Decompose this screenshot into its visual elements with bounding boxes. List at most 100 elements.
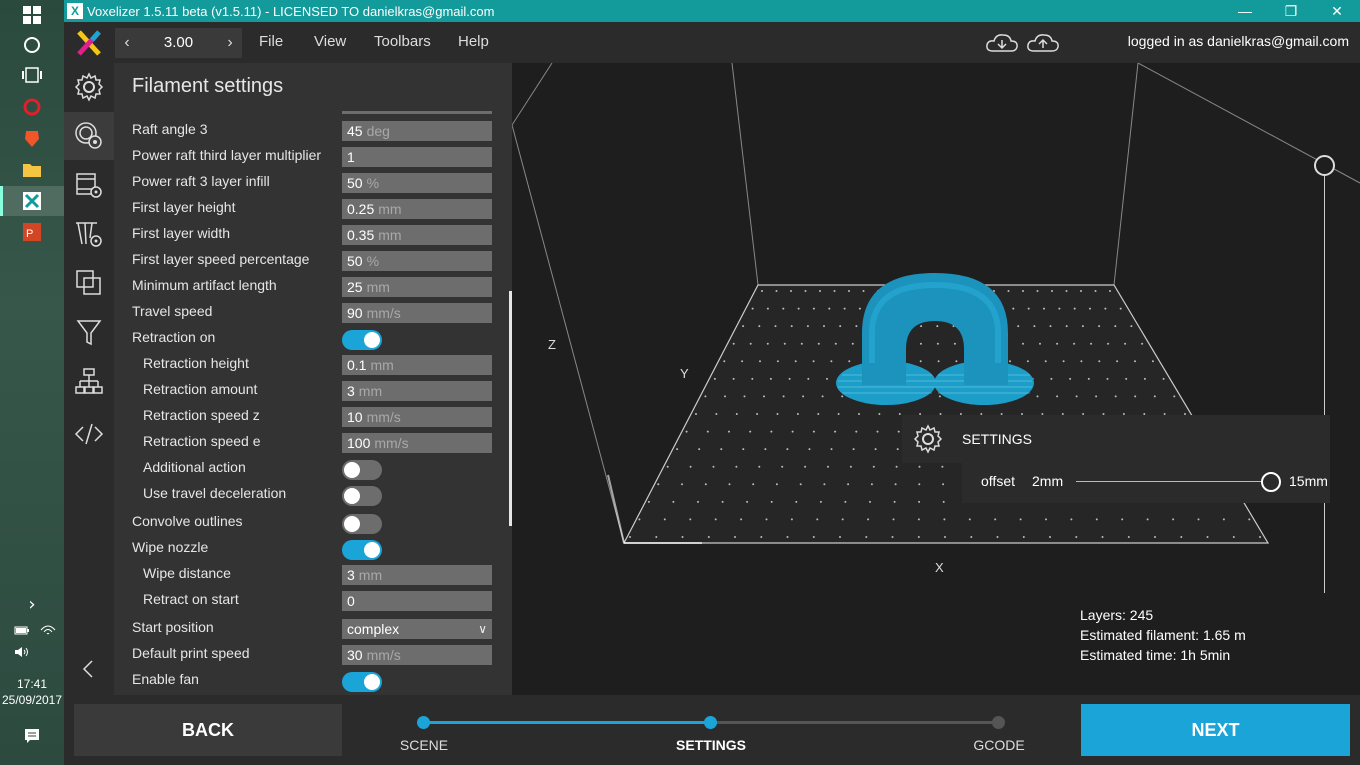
setting-input[interactable]: 50% bbox=[342, 251, 492, 271]
setting-label: Start position bbox=[132, 619, 214, 635]
setting-input[interactable]: 0 bbox=[342, 591, 492, 611]
setting-row: Minimum artifact length 25 mm bbox=[114, 274, 512, 300]
step-dot-gcode[interactable] bbox=[992, 716, 1005, 729]
version-value[interactable]: 3.00 bbox=[141, 28, 216, 58]
code-icon[interactable] bbox=[64, 410, 114, 458]
setting-input[interactable]: 90 mm/s bbox=[342, 303, 492, 323]
setting-select[interactable]: complex ∨ bbox=[342, 619, 492, 639]
setting-input[interactable]: 25 mm bbox=[342, 277, 492, 297]
setting-label: Default print speed bbox=[132, 645, 250, 661]
volume-icon[interactable] bbox=[8, 640, 36, 664]
setting-input[interactable]: 3 mm bbox=[342, 565, 492, 585]
version-next-button[interactable]: › bbox=[218, 28, 242, 58]
setting-input[interactable]: 3 mm bbox=[342, 381, 492, 401]
hierarchy-icon[interactable] bbox=[64, 357, 114, 405]
popup-title: SETTINGS bbox=[962, 431, 1033, 447]
setting-value: 45 bbox=[347, 123, 363, 139]
battery-icon[interactable] bbox=[8, 618, 36, 642]
menu-view[interactable]: View bbox=[314, 33, 346, 50]
login-status: logged in as danielkras@gmail.com bbox=[1127, 33, 1349, 49]
setting-value: 3 bbox=[347, 567, 355, 583]
setting-toggle[interactable] bbox=[342, 540, 382, 560]
setting-value: 0.25 bbox=[347, 201, 375, 217]
setting-input[interactable]: 100 mm/s bbox=[342, 433, 492, 453]
setting-value: 0.1 bbox=[347, 357, 367, 373]
setting-toggle[interactable] bbox=[342, 330, 382, 350]
3d-viewport[interactable]: Z Y X SETTINGS offset 2mm 15mm Layers: 2… bbox=[512, 63, 1360, 695]
close-button[interactable]: ✕ bbox=[1314, 0, 1360, 22]
setting-input[interactable]: 50% bbox=[342, 173, 492, 193]
setting-toggle[interactable] bbox=[342, 486, 382, 506]
setting-input[interactable]: 10 mm/s bbox=[342, 407, 492, 427]
offset-slider-track[interactable] bbox=[1076, 481, 1272, 482]
windows-start-icon[interactable] bbox=[18, 3, 46, 27]
support-settings-icon[interactable] bbox=[64, 210, 114, 258]
version-stepper[interactable]: ‹ 3.00 › bbox=[115, 28, 242, 58]
setting-unit: mm/s bbox=[366, 647, 401, 663]
minimize-button[interactable]: — bbox=[1222, 0, 1268, 22]
opera-icon[interactable] bbox=[18, 95, 46, 119]
setting-input[interactable]: 45 deg bbox=[342, 121, 492, 141]
step-label-gcode[interactable]: GCODE bbox=[939, 737, 1059, 753]
setting-input[interactable]: 0.25 mm bbox=[342, 199, 492, 219]
setting-row: Retraction height 0.1 mm bbox=[114, 352, 512, 378]
setting-toggle[interactable] bbox=[342, 514, 382, 534]
setting-row: Additional action bbox=[114, 456, 512, 482]
setting-label: Retraction on bbox=[132, 329, 216, 345]
estimated-time: Estimated time: 1h 5min bbox=[1080, 647, 1231, 663]
back-button[interactable]: BACK bbox=[74, 704, 342, 756]
version-prev-button[interactable]: ‹ bbox=[115, 28, 139, 58]
filter-funnel-icon[interactable] bbox=[64, 308, 114, 356]
setting-row: Power raft third layer multiplier 1 bbox=[114, 144, 512, 170]
step-dot-settings[interactable] bbox=[704, 716, 717, 729]
toggle-knob bbox=[344, 516, 360, 532]
menu-file[interactable]: File bbox=[259, 33, 283, 50]
filament-settings-icon[interactable] bbox=[64, 112, 114, 160]
menu-toolbars[interactable]: Toolbars bbox=[374, 33, 431, 50]
offset-max-label: 15mm bbox=[1289, 473, 1328, 489]
taskbar-clock[interactable]: 17:41 25/09/2017 bbox=[0, 676, 64, 708]
cloud-download-icon[interactable] bbox=[985, 31, 1019, 55]
setting-input[interactable]: 30 mm/s bbox=[342, 645, 492, 665]
step-dot-scene[interactable] bbox=[417, 716, 430, 729]
show-hidden-icons-chevron[interactable]: › bbox=[18, 592, 46, 616]
offset-slider-handle[interactable] bbox=[1261, 472, 1281, 492]
progress-line-done bbox=[424, 721, 711, 724]
overlap-shapes-icon[interactable] bbox=[64, 259, 114, 307]
axis-x-label: X bbox=[935, 560, 944, 575]
toggle-knob bbox=[364, 674, 380, 690]
printer-settings-icon[interactable] bbox=[64, 161, 114, 209]
task-view-icon[interactable] bbox=[18, 63, 46, 87]
cortana-icon[interactable] bbox=[18, 33, 46, 57]
step-label-settings[interactable]: SETTINGS bbox=[651, 737, 771, 753]
setting-label: Use travel deceleration bbox=[143, 485, 287, 501]
action-center-icon[interactable] bbox=[18, 724, 46, 748]
axis-z-label: Z bbox=[548, 337, 556, 352]
menu-help[interactable]: Help bbox=[458, 33, 489, 50]
bottom-bar: BACK SCENE SETTINGS GCODE NEXT bbox=[64, 695, 1360, 765]
settings-gear-icon[interactable] bbox=[64, 63, 114, 111]
setting-input[interactable]: 1 bbox=[342, 147, 492, 167]
setting-label: Convolve outlines bbox=[132, 513, 243, 529]
next-button[interactable]: NEXT bbox=[1081, 704, 1350, 756]
wifi-icon[interactable] bbox=[34, 618, 62, 642]
maximize-button[interactable]: ❐ bbox=[1268, 0, 1314, 22]
build-volume-scene bbox=[512, 63, 1360, 544]
voxelizer-taskbar-icon[interactable] bbox=[18, 189, 46, 213]
offset-slider-row: offset 2mm 15mm bbox=[962, 459, 1330, 503]
setting-unit: mm/s bbox=[366, 409, 401, 425]
layer-slider-handle[interactable] bbox=[1314, 155, 1335, 176]
step-label-scene[interactable]: SCENE bbox=[364, 737, 484, 753]
collapse-panel-chevron-icon[interactable] bbox=[64, 645, 114, 693]
brave-icon[interactable] bbox=[18, 127, 46, 151]
layer-slider-track[interactable] bbox=[1324, 165, 1325, 593]
setting-toggle[interactable] bbox=[342, 460, 382, 480]
setting-label: First layer speed percentage bbox=[132, 251, 310, 267]
setting-toggle[interactable] bbox=[342, 672, 382, 692]
setting-input[interactable]: 0.1 mm bbox=[342, 355, 492, 375]
setting-value: 0 bbox=[347, 593, 355, 609]
setting-input[interactable]: 0.35 mm bbox=[342, 225, 492, 245]
powerpoint-icon[interactable]: P bbox=[18, 220, 46, 244]
cloud-upload-icon[interactable] bbox=[1026, 31, 1060, 55]
file-explorer-icon[interactable] bbox=[18, 158, 46, 182]
